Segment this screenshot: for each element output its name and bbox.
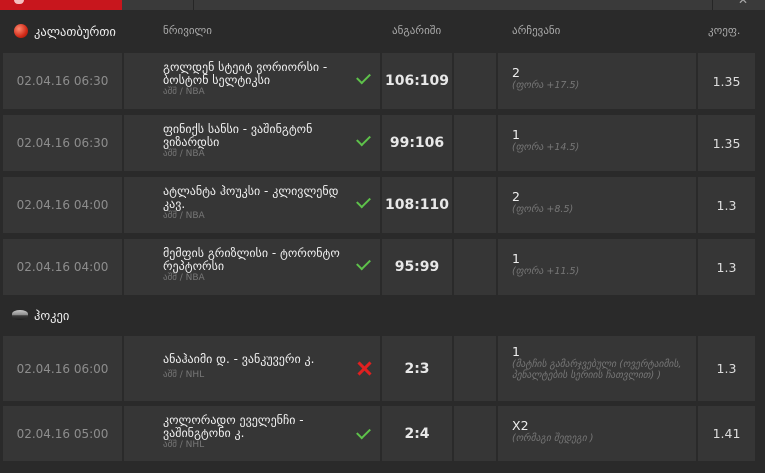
pick-cell: 1 (ფორა +11.5) (498, 239, 696, 295)
spacer-cell (454, 177, 496, 233)
match-date: 02.04.16 06:30 (3, 53, 122, 109)
pick-cell: 1 (მატჩის გამარჯვებული (ოვერტაიმის, პენა… (498, 336, 696, 401)
match-league: აშშ / NBA (163, 87, 205, 97)
match-date: 02.04.16 04:00 (3, 239, 122, 295)
pick-value: 1 (512, 344, 520, 359)
match-teams[interactable]: ფინიქს სანსი - ვაშინგტონ ვიზარდსი (163, 123, 353, 148)
match-date: 02.04.16 04:00 (3, 177, 122, 233)
status-won-icon (356, 69, 371, 85)
spacer-cell (454, 336, 496, 401)
spacer-cell (454, 406, 496, 461)
match-cell: კოლორადო ეველენჩი - ვაშინგტონი კ. აშშ / … (124, 406, 380, 461)
pick-cell: X2 (ორმაგი შედეგი ) (498, 406, 696, 461)
pick-note: (ფორა +11.5) (512, 266, 580, 277)
match-score: 95:99 (382, 239, 452, 295)
match-cell: ფინიქს სანსი - ვაშინგტონ ვიზარდსი აშშ / … (124, 115, 380, 171)
bet-row[interactable]: 02.04.16 06:30 ფინიქს სანსი - ვაშინგტონ … (0, 115, 765, 171)
match-cell: მემფის გრიზლისი - ტორონტო რეპტორსი აშშ /… (124, 239, 380, 295)
spacer-cell (454, 53, 496, 109)
pick-value: 2 (512, 189, 520, 204)
bet-row[interactable]: 02.04.16 04:00 მემფის გრიზლისი - ტორონტო… (0, 239, 765, 295)
sport-name: ჰოკეი (34, 307, 70, 323)
pick-note: (მატჩის გამარჯვებული (ოვერტაიმის, პენალტ… (512, 359, 682, 381)
match-date: 02.04.16 06:00 (3, 336, 122, 401)
status-won-icon (356, 255, 371, 271)
odds-value: 1.35 (698, 53, 755, 109)
odds-value: 1.41 (698, 406, 755, 461)
tab-divider (712, 0, 713, 10)
odds-value: 1.3 (698, 336, 755, 401)
match-league: აშშ / NBA (163, 149, 205, 159)
bet-row[interactable]: 02.04.16 06:00 ანაჰაიმი დ. - ვანკუვერი კ… (0, 336, 765, 401)
match-score: 106:109 (382, 53, 452, 109)
match-date: 02.04.16 06:30 (3, 115, 122, 171)
match-teams[interactable]: ატლანტა ჰოუკსი - კლივლენდ კავ. (163, 185, 353, 210)
column-header-pick: არჩევანი (512, 24, 561, 37)
match-league: აშშ / NHL (163, 370, 205, 380)
odds-value: 1.3 (698, 177, 755, 233)
sport-header-basketball: კალათბურთი ნრივილი ანგარიში არჩევანი კოე… (0, 12, 765, 50)
pick-cell: 2 (ფორა +8.5) (498, 177, 696, 233)
bet-row[interactable]: 02.04.16 04:00 ატლანტა ჰოუკსი - კლივლენდ… (0, 177, 765, 233)
bet-row[interactable]: 02.04.16 05:00 კოლორადო ეველენჩი - ვაშინ… (0, 406, 765, 461)
match-cell: გოლდენ სტეიტ ვორიორსი - ბოსტონ სელტიკსი … (124, 53, 380, 109)
odds-value: 1.3 (698, 239, 755, 295)
spacer-cell (454, 115, 496, 171)
top-tab-bar: ✕ (0, 0, 765, 10)
match-date: 02.04.16 05:00 (3, 406, 122, 461)
match-cell: ატლანტა ჰოუკსი - კლივლენდ კავ. აშშ / NBA (124, 177, 380, 233)
pick-value: 1 (512, 127, 520, 142)
pick-note: (ფორა +8.5) (512, 204, 574, 215)
basketball-icon (14, 24, 28, 38)
status-won-icon (356, 424, 371, 440)
match-score: 108:110 (382, 177, 452, 233)
odds-value: 1.35 (698, 115, 755, 171)
sport-header-hockey: ჰოკეი (0, 298, 765, 332)
sport-name: კალათბურთი (34, 23, 116, 39)
pick-cell: 2 (ფორა +17.5) (498, 53, 696, 109)
tab-divider (193, 0, 194, 10)
column-header-odds: კოეფ. (708, 24, 741, 37)
pick-value: X2 (512, 418, 529, 433)
match-score: 2:3 (382, 336, 452, 401)
pick-note: (ფორა +14.5) (512, 142, 580, 153)
match-teams[interactable]: მემფის გრიზლისი - ტორონტო რეპტორსი (163, 247, 353, 272)
status-lost-icon (357, 361, 372, 376)
pick-cell: 1 (ფორა +14.5) (498, 115, 696, 171)
bet-row[interactable]: 02.04.16 06:30 გოლდენ სტეიტ ვორიორსი - ბ… (0, 53, 765, 109)
close-icon[interactable]: ✕ (738, 0, 748, 7)
match-league: აშშ / NBA (163, 273, 205, 283)
hockey-puck-icon (12, 310, 28, 320)
column-header-score: ანგარიში (392, 24, 442, 37)
pick-note: (ფორა +17.5) (512, 80, 580, 91)
status-won-icon (356, 193, 371, 209)
spacer-cell (454, 239, 496, 295)
match-cell: ანაჰაიმი დ. - ვანკუვერი კ. აშშ / NHL (124, 336, 380, 401)
match-teams[interactable]: გოლდენ სტეიტ ვორიორსი - ბოსტონ სელტიკსი (163, 61, 353, 86)
match-league: აშშ / NBA (163, 211, 205, 221)
pick-value: 1 (512, 251, 520, 266)
match-teams[interactable]: კოლორადო ეველენჩი - ვაშინგტონი კ. (163, 414, 353, 439)
match-league: აშშ / NHL (163, 440, 205, 450)
column-header-event: ნრივილი (163, 24, 212, 37)
pick-value: 2 (512, 65, 520, 80)
status-won-icon (356, 131, 371, 147)
match-teams[interactable]: ანაჰაიმი დ. - ვანკუვერი კ. (163, 353, 353, 366)
match-score: 99:106 (382, 115, 452, 171)
pick-note: (ორმაგი შედეგი ) (512, 433, 594, 444)
match-score: 2:4 (382, 406, 452, 461)
